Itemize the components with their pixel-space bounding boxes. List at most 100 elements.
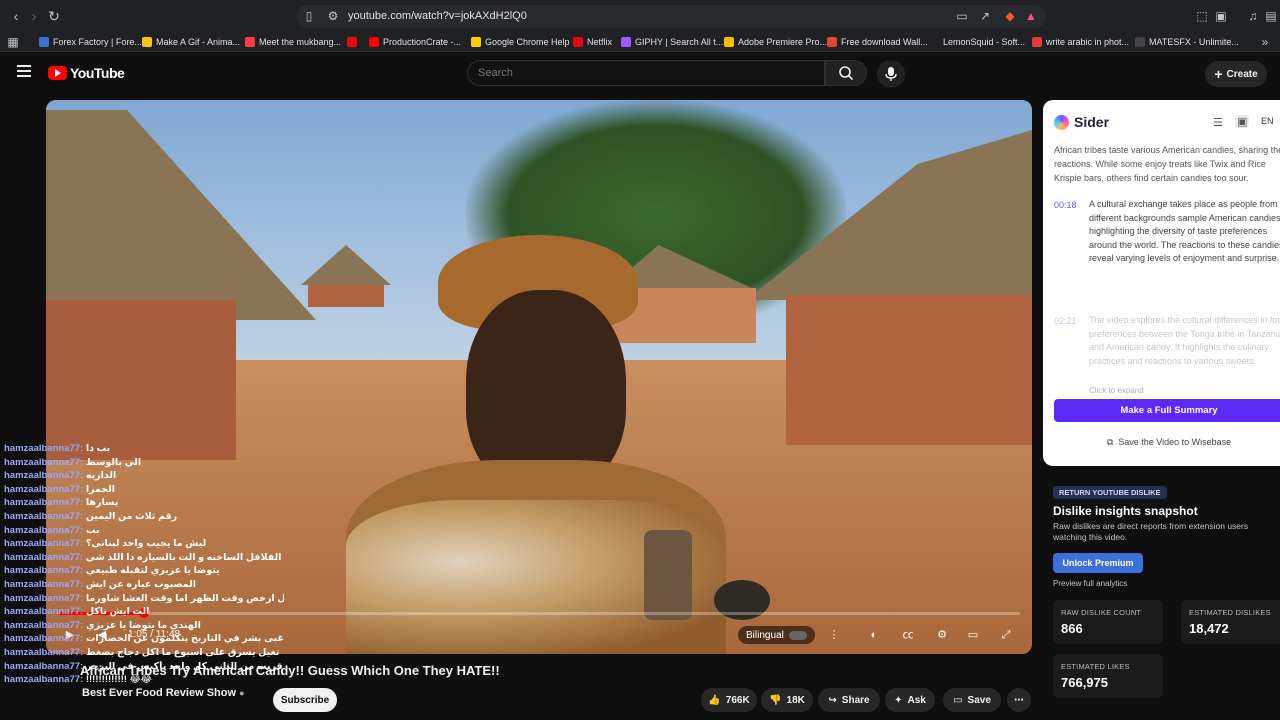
rewards-icon[interactable]: ▲ [1024, 9, 1038, 23]
bookmark-favicon-icon [1135, 37, 1145, 47]
unlock-premium-button[interactable]: Unlock Premium [1053, 553, 1143, 573]
back-icon[interactable]: ‹ [8, 8, 24, 24]
grid-view-icon[interactable]: ▣ [1235, 115, 1250, 128]
site-info-icon[interactable]: ⚙ [326, 9, 340, 23]
captions-icon[interactable]: ㏄ [898, 626, 918, 644]
sider-panel: Sider ☰ ▣ EN African tribes taste variou… [1043, 100, 1280, 466]
create-button[interactable]: + Create [1205, 61, 1267, 87]
bookmark-favicon-icon [1032, 37, 1042, 47]
timestamp-link[interactable]: 02:21 [1054, 316, 1077, 326]
search-button[interactable] [825, 60, 867, 86]
subscribe-button[interactable]: Subscribe [273, 688, 337, 712]
like-button[interactable]: 👍 766K [701, 688, 757, 712]
bilingual-toggle[interactable]: Bilingual [738, 626, 815, 644]
address-bar[interactable]: ▯ ⚙ youtube.com/watch?v=jokAXdH2lQ0 [296, 5, 1046, 28]
search-box[interactable] [467, 60, 825, 86]
url-text: youtube.com/watch?v=jokAXdH2lQ0 [348, 10, 527, 22]
list-view-icon[interactable]: ☰ [1213, 116, 1223, 129]
reload-icon[interactable]: ↻ [46, 8, 62, 24]
bookmark-icon[interactable]: ▯ [302, 9, 316, 23]
chat-username: hamzaalbanna77: [4, 619, 84, 631]
more-options-icon[interactable]: ⋮ [824, 626, 844, 644]
ask-button[interactable]: ✦ Ask [885, 688, 935, 712]
brave-shield-icon[interactable]: ◆ [1003, 9, 1017, 23]
chat-message: hamzaalbanna77: المصبوب عباره عن ايش [4, 579, 284, 593]
miniplayer-icon[interactable]: ▭ [963, 626, 983, 644]
share-icon[interactable]: ↗ [978, 9, 992, 23]
bookmark-item[interactable]: Free download Wall... [827, 35, 928, 49]
video-title: African Tribes Try American Candy!! Gues… [80, 663, 500, 678]
channel-name[interactable]: Best Ever Food Review Show ● [82, 687, 245, 699]
voice-search-button[interactable] [877, 60, 905, 88]
bookmark-label: Meet the mukbang... [259, 37, 342, 47]
fullscreen-icon[interactable]: ⤢ [996, 626, 1016, 644]
stat-value: 18,472 [1189, 621, 1229, 636]
bookmark-item[interactable]: Adobe Premiere Pro... [724, 35, 827, 49]
bookmark-item[interactable]: Forex Factory | Fore... [39, 35, 142, 49]
save-to-wisebase-button[interactable]: ⧉ Save the Video to Wisebase [1054, 435, 1280, 449]
bookmark-item[interactable]: write arabic in phot... [1032, 35, 1129, 49]
share-button[interactable]: ↪ Share [818, 688, 880, 712]
timestamp-link[interactable]: 00:18 [1054, 200, 1077, 210]
more-bookmarks-icon[interactable]: » [1258, 35, 1272, 49]
save-button[interactable]: ▭ Save [943, 688, 1001, 712]
wisebase-icon: ⧉ [1106, 436, 1114, 447]
bookmark-item[interactable]: Meet the mukbang... [245, 35, 341, 49]
media-icon[interactable]: ♫ [1246, 9, 1260, 23]
wisebase-label: Save the Video to Wisebase [1118, 437, 1232, 447]
chat-username: hamzaalbanna77: [4, 524, 84, 536]
chat-overlay: hamzaalbanna77: بب دا hamzaalbanna77: الي… [4, 443, 284, 688]
save-label: Save [967, 694, 991, 706]
stat-label: ESTIMATED LIKES [1061, 662, 1130, 671]
apps-icon[interactable]: ▦ [6, 35, 20, 49]
bookmark-item[interactable]: Google Chrome Help [471, 35, 570, 49]
wallet-icon[interactable]: ▤ [1264, 9, 1278, 23]
bookmark-favicon-icon [471, 37, 481, 47]
expand-link[interactable]: Click to expand [1089, 386, 1144, 395]
dislike-count: 18K [786, 694, 805, 706]
sparkle-icon: ✦ [894, 694, 903, 706]
autoplay-icon[interactable]: ◐ [864, 626, 884, 644]
bookmark-item[interactable]: ProductionCrate -... [369, 35, 461, 49]
chat-text: الهندي ما يتوضا يا عزيزي [85, 619, 201, 631]
youtube-logo[interactable]: YouTube [48, 65, 125, 81]
dislike-panel: RETURN YOUTUBE DISLIKE Dislike insights … [1043, 476, 1280, 720]
sider-logo-icon [1054, 114, 1069, 130]
more-horiz-icon: ⋯ [1014, 694, 1024, 706]
language-selector[interactable]: EN [1261, 116, 1274, 126]
chat-text: الفلافل الساخنه و الت بالسياره دا اللذ ش… [85, 551, 282, 563]
bookmark-item[interactable]: Netflix [573, 35, 612, 49]
verified-icon: ● [239, 688, 245, 698]
bookmark-item[interactable]: GIPHY | Search All t... [621, 35, 723, 49]
thumbs-up-icon: 👍 [708, 694, 721, 706]
sidebar-icon[interactable]: ▣ [1214, 9, 1228, 23]
bookmark-item[interactable]: LemonSquid - Soft... [929, 35, 1025, 49]
bookmark-item[interactable]: MATESFX - Unlimite... [1135, 35, 1239, 49]
bookmark-label: MATESFX - Unlimite... [1149, 37, 1239, 47]
chat-username: hamzaalbanna77: [4, 538, 84, 550]
microphone-icon [885, 67, 897, 81]
chat-text: المصبوب عباره عن ايش [85, 578, 196, 590]
full-summary-button[interactable]: Make a Full Summary [1054, 399, 1280, 422]
cast-icon[interactable]: ▭ [955, 9, 969, 23]
menu-icon[interactable] [17, 65, 31, 77]
chat-username: hamzaalbanna77: [4, 551, 84, 563]
settings-icon[interactable]: ⚙ [932, 626, 952, 644]
bookmark-label: Google Chrome Help [485, 37, 570, 47]
extensions-icon[interactable]: ⬚ [1195, 9, 1209, 23]
chat-text: بب دا [85, 443, 111, 454]
more-actions-button[interactable]: ⋯ [1007, 688, 1031, 712]
forward-icon[interactable]: › [26, 8, 42, 24]
chat-username: hamzaalbanna77: [4, 578, 84, 590]
bookmark-favicon-icon [39, 37, 49, 47]
bookmark-favicon-icon [724, 37, 734, 47]
chat-text: ليش ما يجيب واحد لبنانى؟ [85, 538, 207, 550]
bookmark-item[interactable] [347, 35, 357, 49]
wooden-stool [644, 530, 692, 620]
dislike-button[interactable]: 👎 18K [761, 688, 813, 712]
preview-analytics-link[interactable]: Preview full analytics [1053, 579, 1127, 588]
bookmark-item[interactable]: Make A Gif - Anima... [142, 35, 240, 49]
chat-username: hamzaalbanna77: [4, 510, 84, 522]
bookmark-favicon-icon [929, 37, 939, 47]
search-input[interactable] [478, 67, 778, 79]
